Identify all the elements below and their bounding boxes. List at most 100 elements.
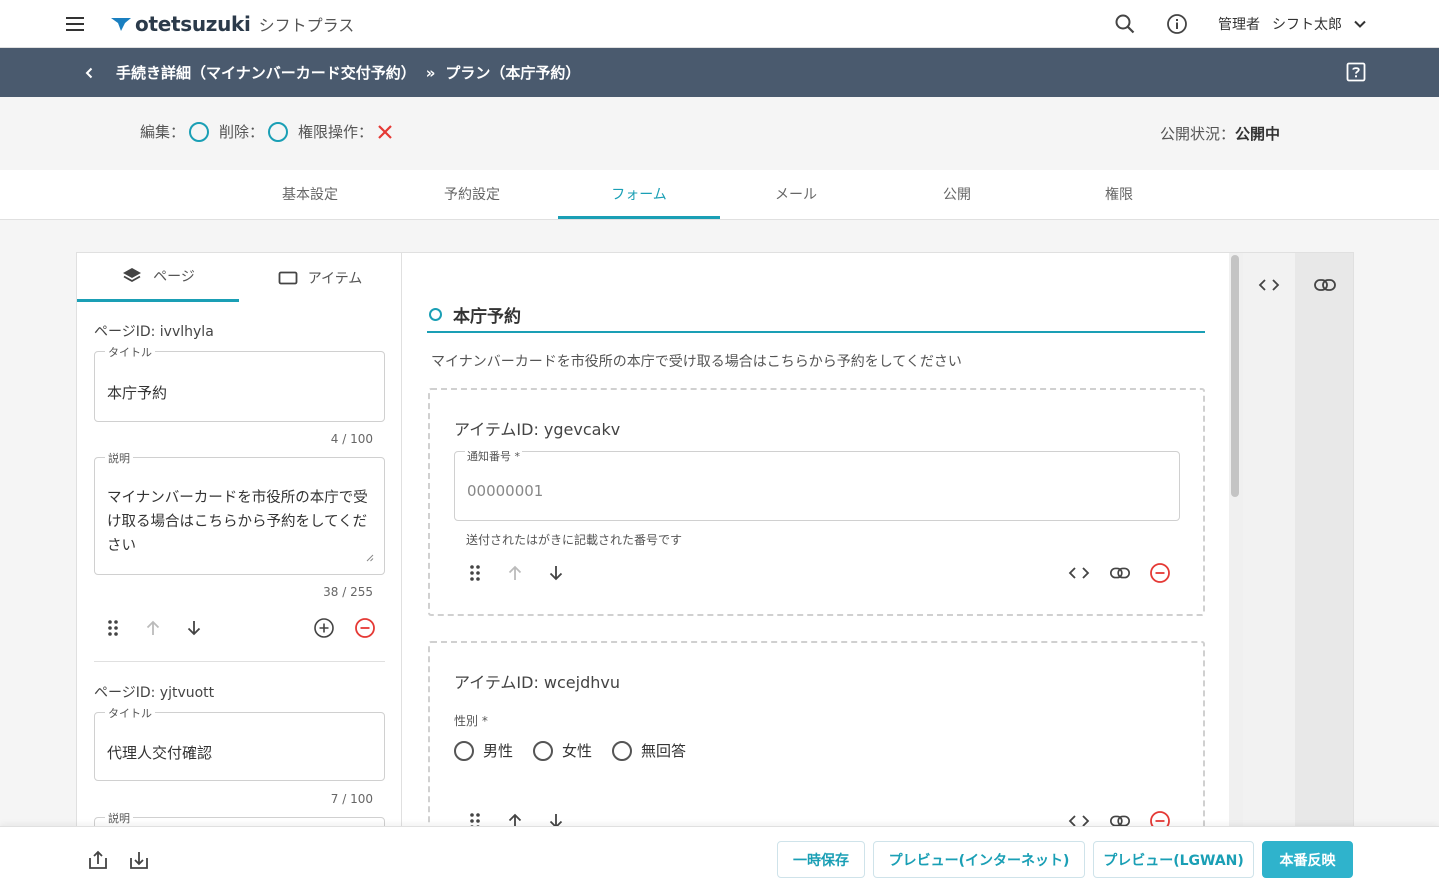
code-icon[interactable] [1068, 562, 1090, 584]
page-description-label: 説明 [105, 450, 133, 466]
action-footer: 一時保存 プレビュー(インターネット) プレビュー(LGWAN) 本番反映 [0, 826, 1439, 891]
brand-name: otetsuzuki [135, 12, 251, 36]
search-icon[interactable] [1114, 13, 1136, 35]
link-icon[interactable] [1109, 562, 1131, 584]
form-item-card[interactable]: アイテムID: wcejdhvu 性別 * 男性 女性 無回答 [428, 641, 1205, 831]
tab-basic-settings[interactable]: 基本設定 [229, 170, 391, 219]
form-item-card[interactable]: アイテムID: ygevcakv 通知番号 * 00000001 送付されたはが… [428, 388, 1205, 616]
breadcrumb: 手続き詳細（マイナンバーカード交付予約） » プラン（本庁予約） [116, 62, 580, 83]
page-description-value: マイナンバーカードを市役所の本庁で受け取る場合はこちらから予約をしてください [107, 490, 368, 554]
user-role: 管理者 [1218, 17, 1260, 33]
notification-number-label: 通知番号 * [465, 448, 522, 464]
page-title-field[interactable]: タイトル 本庁予約 [94, 344, 385, 422]
logo-mark-icon [111, 18, 131, 31]
breadcrumb-parent[interactable]: 手続き詳細（マイナンバーカード交付予約） [116, 62, 416, 83]
notification-number-value: 00000001 [467, 482, 544, 500]
gender-field-label: 性別 * [454, 714, 488, 728]
tab-mail[interactable]: メール [715, 170, 877, 219]
top-app-bar: otetsuzuki シフトプラス 管理者 シフト太郎 [0, 0, 1439, 48]
publish-status-value: 公開中 [1235, 125, 1281, 143]
auth-permission-label: 権限操作： [298, 123, 374, 141]
page-title-counter: 7 / 100 [330, 792, 373, 806]
move-up-arrow-icon[interactable] [504, 562, 526, 584]
notification-number-input[interactable]: 通知番号 * 00000001 [454, 448, 1180, 521]
export-upload-icon[interactable] [86, 848, 110, 872]
page-title-field[interactable]: タイトル 代理人交付確認 [94, 705, 385, 781]
gender-option-male[interactable]: 男性 [454, 740, 513, 761]
delete-permission-label: 削除： [219, 123, 265, 141]
import-download-icon[interactable] [127, 848, 151, 872]
section-title: 本庁予約 [427, 297, 1205, 333]
field-hint: 送付されたはがきに記載された番号です [466, 533, 683, 547]
code-rail [1243, 253, 1295, 831]
publish-button[interactable]: 本番反映 [1262, 841, 1353, 878]
form-scrollbar[interactable] [1229, 253, 1243, 831]
section-title-text: 本庁予約 [453, 306, 521, 327]
app-logo[interactable]: otetsuzuki シフトプラス [110, 10, 354, 38]
gender-option-label: 男性 [483, 742, 514, 760]
move-up-arrow-icon[interactable] [142, 617, 164, 639]
page-divider [94, 661, 385, 662]
delete-allowed-circle-icon [268, 121, 289, 142]
page-title-label: タイトル [105, 344, 155, 360]
layers-icon [123, 268, 142, 283]
user-menu[interactable]: 管理者 シフト太郎 [1218, 13, 1368, 35]
tab-form[interactable]: フォーム [558, 170, 720, 219]
item-id-label: アイテムID: wcejdhvu [454, 673, 620, 692]
form-editor-panel: ページ アイテム ページID: ivvlhyla タイトル 本庁予約 4 / 1… [76, 252, 1354, 832]
tab-pages[interactable]: ページ [77, 253, 239, 302]
preview-internet-button[interactable]: プレビュー(インターネット) [873, 841, 1085, 878]
form-canvas: 本庁予約 マイナンバーカードを市役所の本庁で受け取る場合はこちらから予約をしてく… [403, 253, 1229, 831]
page-title-value: 本庁予約 [107, 384, 168, 402]
back-chevron-icon[interactable] [78, 62, 100, 84]
move-down-arrow-icon[interactable] [545, 562, 567, 584]
move-down-arrow-icon[interactable] [183, 617, 205, 639]
status-row: 編集： 削除： 権限操作： 公開状況：公開中 [0, 97, 1439, 170]
link-rail [1295, 253, 1353, 831]
tab-permissions[interactable]: 権限 [1038, 170, 1200, 219]
gender-option-label: 無回答 [641, 742, 687, 760]
page-description-field[interactable]: 説明 マイナンバーカードを市役所の本庁で受け取る場合はこちらから予約をしてくださ… [94, 450, 385, 575]
delete-page-minus-icon[interactable] [354, 617, 376, 639]
page-title-counter: 4 / 100 [330, 432, 373, 446]
page-id-label: ページID: yjtvuott [94, 685, 215, 701]
tab-pages-label: ページ [153, 269, 195, 285]
resize-handle-icon[interactable] [366, 554, 374, 562]
gender-radio-group: 男性 女性 無回答 [454, 740, 706, 761]
gender-option-no-answer[interactable]: 無回答 [612, 740, 686, 761]
item-id-label: アイテムID: ygevcakv [454, 420, 621, 439]
add-page-plus-icon[interactable] [313, 617, 335, 639]
product-name: シフトプラス [258, 16, 355, 35]
auth-denied-cross-icon [377, 124, 393, 140]
code-icon[interactable] [1258, 274, 1280, 296]
breadcrumb-bar: 手続き詳細（マイナンバーカード交付予約） » プラン（本庁予約） [0, 48, 1439, 97]
page-id-label: ページID: ivvlhyla [94, 324, 214, 340]
gender-option-female[interactable]: 女性 [533, 740, 592, 761]
preview-lgwan-button[interactable]: プレビュー(LGWAN) [1093, 841, 1254, 878]
help-icon[interactable] [1344, 60, 1368, 84]
publish-status: 公開状況：公開中 [1160, 123, 1280, 144]
hamburger-menu-icon[interactable] [62, 12, 88, 36]
user-name: シフト太郎 [1272, 17, 1342, 33]
tab-publish[interactable]: 公開 [876, 170, 1038, 219]
temp-save-button[interactable]: 一時保存 [777, 841, 865, 878]
drag-handle-icon[interactable] [464, 562, 486, 584]
tab-reservation-settings[interactable]: 予約設定 [391, 170, 553, 219]
tab-items-label: アイテム [307, 270, 363, 287]
link-icon[interactable] [1313, 274, 1337, 296]
drag-handle-icon[interactable] [102, 617, 124, 639]
chevron-down-icon [1354, 20, 1366, 28]
section-circle-icon [429, 307, 442, 321]
breadcrumb-current: プラン（本庁予約） [445, 64, 581, 82]
tab-items[interactable]: アイテム [239, 253, 401, 302]
edit-allowed-circle-icon [189, 121, 210, 142]
section-description: マイナンバーカードを市役所の本庁で受け取る場合はこちらから予約をしてください [431, 354, 962, 370]
page-title-value: 代理人交付確認 [107, 744, 213, 762]
delete-item-minus-icon[interactable] [1149, 562, 1171, 584]
page-description-counter: 38 / 255 [323, 585, 373, 599]
permission-status: 編集： 削除： 権限操作： [140, 121, 393, 142]
left-panel-tabs: ページ アイテム [77, 253, 401, 303]
radio-circle-icon [454, 740, 474, 761]
info-icon[interactable] [1166, 13, 1188, 35]
scrollbar-thumb[interactable] [1231, 255, 1239, 497]
